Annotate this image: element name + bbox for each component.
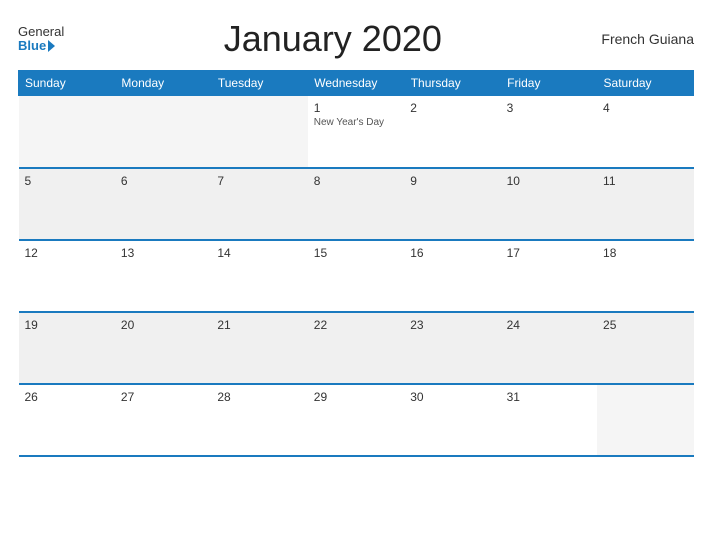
days-header-row: SundayMondayTuesdayWednesdayThursdayFrid… — [19, 71, 694, 96]
calendar-cell: 2 — [404, 96, 500, 168]
day-number: 27 — [121, 390, 205, 404]
calendar-cell: 1 New Year's Day — [308, 96, 404, 168]
day-number: 30 — [410, 390, 494, 404]
week-row-4: 19 20 21 22 23 24 25 — [19, 312, 694, 384]
calendar-cell: 8 — [308, 168, 404, 240]
logo: General Blue — [18, 25, 64, 54]
day-number: 19 — [25, 318, 109, 332]
logo-triangle-icon — [48, 40, 55, 52]
calendar-container: General Blue January 2020 French Guiana … — [0, 0, 712, 550]
calendar-cell — [597, 384, 693, 456]
day-number: 21 — [217, 318, 301, 332]
calendar-cell: 6 — [115, 168, 211, 240]
calendar-cell: 17 — [501, 240, 597, 312]
calendar-cell: 22 — [308, 312, 404, 384]
calendar-cell: 21 — [211, 312, 307, 384]
region-label: French Guiana — [601, 31, 694, 47]
calendar-cell: 20 — [115, 312, 211, 384]
day-number: 16 — [410, 246, 494, 260]
calendar-cell: 27 — [115, 384, 211, 456]
calendar-cell: 15 — [308, 240, 404, 312]
calendar-cell: 23 — [404, 312, 500, 384]
calendar-header: General Blue January 2020 French Guiana — [18, 18, 694, 60]
day-header-monday: Monday — [115, 71, 211, 96]
calendar-cell: 18 — [597, 240, 693, 312]
day-number: 31 — [507, 390, 591, 404]
calendar-cell: 3 — [501, 96, 597, 168]
week-row-5: 26 27 28 29 30 31 — [19, 384, 694, 456]
day-number: 11 — [603, 174, 687, 188]
day-number: 12 — [25, 246, 109, 260]
day-number: 7 — [217, 174, 301, 188]
day-number: 14 — [217, 246, 301, 260]
day-number: 5 — [25, 174, 109, 188]
day-header-wednesday: Wednesday — [308, 71, 404, 96]
day-number: 9 — [410, 174, 494, 188]
day-number: 23 — [410, 318, 494, 332]
calendar-cell: 25 — [597, 312, 693, 384]
day-number: 17 — [507, 246, 591, 260]
day-number: 3 — [507, 101, 591, 115]
day-number: 2 — [410, 101, 494, 115]
logo-general-text: General — [18, 25, 64, 39]
logo-blue-label: Blue — [18, 39, 46, 53]
day-number: 13 — [121, 246, 205, 260]
day-number: 10 — [507, 174, 591, 188]
calendar-cell — [115, 96, 211, 168]
day-number: 6 — [121, 174, 205, 188]
day-number: 28 — [217, 390, 301, 404]
day-number: 25 — [603, 318, 687, 332]
calendar-cell: 26 — [19, 384, 115, 456]
day-number: 24 — [507, 318, 591, 332]
calendar-cell — [211, 96, 307, 168]
calendar-grid: SundayMondayTuesdayWednesdayThursdayFrid… — [18, 70, 694, 457]
calendar-cell: 29 — [308, 384, 404, 456]
logo-blue-text: Blue — [18, 39, 64, 53]
calendar-cell: 5 — [19, 168, 115, 240]
day-number: 4 — [603, 101, 687, 115]
calendar-cell: 30 — [404, 384, 500, 456]
calendar-cell: 7 — [211, 168, 307, 240]
day-header-tuesday: Tuesday — [211, 71, 307, 96]
day-header-saturday: Saturday — [597, 71, 693, 96]
day-number: 22 — [314, 318, 398, 332]
calendar-cell: 28 — [211, 384, 307, 456]
day-header-thursday: Thursday — [404, 71, 500, 96]
calendar-cell: 16 — [404, 240, 500, 312]
day-number: 15 — [314, 246, 398, 260]
week-row-2: 56789 10 11 — [19, 168, 694, 240]
calendar-cell: 14 — [211, 240, 307, 312]
calendar-cell: 10 — [501, 168, 597, 240]
day-number: 26 — [25, 390, 109, 404]
day-number: 1 — [314, 101, 398, 115]
calendar-cell: 24 — [501, 312, 597, 384]
calendar-cell: 19 — [19, 312, 115, 384]
day-header-friday: Friday — [501, 71, 597, 96]
day-number: 8 — [314, 174, 398, 188]
calendar-cell: 12 — [19, 240, 115, 312]
calendar-cell: 11 — [597, 168, 693, 240]
day-number: 18 — [603, 246, 687, 260]
calendar-title: January 2020 — [64, 18, 601, 60]
week-row-3: 12 13 14 15 16 17 18 — [19, 240, 694, 312]
day-number: 29 — [314, 390, 398, 404]
week-row-1: 1 New Year's Day 234 — [19, 96, 694, 168]
calendar-cell: 4 — [597, 96, 693, 168]
calendar-cell: 9 — [404, 168, 500, 240]
day-number: 20 — [121, 318, 205, 332]
day-header-sunday: Sunday — [19, 71, 115, 96]
calendar-cell: 31 — [501, 384, 597, 456]
calendar-cell — [19, 96, 115, 168]
holiday-label: New Year's Day — [314, 117, 398, 128]
calendar-cell: 13 — [115, 240, 211, 312]
